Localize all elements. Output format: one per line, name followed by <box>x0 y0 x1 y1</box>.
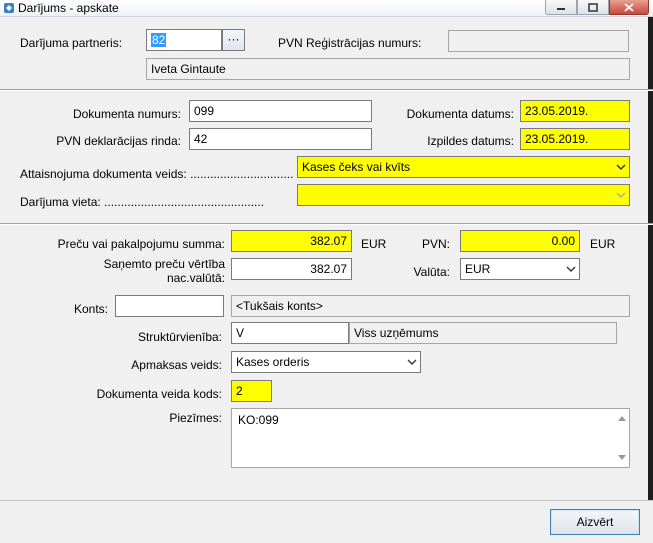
section-divider <box>0 89 653 91</box>
justification-value: Kases čeks vai kvīts <box>302 160 411 174</box>
received-label-2: nac.valūtā: <box>166 271 225 285</box>
account-label: Konts: <box>73 302 108 316</box>
section-divider <box>0 223 653 225</box>
partner-browse-button[interactable]: ··· <box>222 29 245 51</box>
doc-date-input[interactable]: 23.05.2019. <box>520 100 630 122</box>
unit-label: Struktūrvienība: <box>137 330 222 344</box>
scroll-up-icon[interactable] <box>618 415 626 421</box>
chevron-down-icon <box>407 359 417 365</box>
payment-value: Kases orderis <box>236 355 310 369</box>
vat-reg-field <box>448 30 629 52</box>
minimize-button[interactable] <box>545 0 577 15</box>
received-input[interactable]: 382.07 <box>231 258 352 280</box>
doc-number-input[interactable]: 099 <box>189 100 372 122</box>
doc-date-label: Dokumenta datums: <box>406 107 514 121</box>
vat-row-label: PVN deklarācijas rinda: <box>56 134 181 148</box>
vat-amount-input[interactable]: 0.00 <box>460 230 580 252</box>
account-code-input[interactable] <box>115 295 224 317</box>
notes-label: Piezīmes: <box>169 411 222 425</box>
minimize-icon <box>557 8 565 10</box>
vat-currency-label: EUR <box>590 237 616 251</box>
chevron-down-icon <box>616 164 626 170</box>
currency-label: Valūta: <box>413 265 450 279</box>
notes-value: KO:099 <box>238 413 279 427</box>
exec-date-label: Izpildes datums: <box>427 134 514 148</box>
currency-value: EUR <box>465 262 491 276</box>
vat-reg-label: PVN Reģistrācijas numurs: <box>278 36 422 50</box>
window-title: Darījums - apskate <box>18 1 119 15</box>
partner-code-input[interactable]: 82 <box>146 29 222 51</box>
vat-row-input[interactable]: 42 <box>189 128 372 150</box>
partner-code-value: 82 <box>151 33 167 47</box>
close-icon <box>624 2 634 12</box>
doc-number-label: Dokumenta numurs: <box>72 107 181 121</box>
window-border <box>648 17 653 543</box>
account-name-field: <Tukšais konts> <box>231 295 630 317</box>
justification-select[interactable]: Kases čeks vai kvīts <box>297 156 630 178</box>
close-button[interactable]: Aizvērt <box>550 509 640 535</box>
notes-textarea[interactable]: KO:099 <box>231 408 630 468</box>
unit-name-field: Viss uzņēmums <box>349 322 617 344</box>
partner-name-field: Iveta Gintaute <box>146 58 630 80</box>
app-icon <box>4 3 14 13</box>
partner-label: Darījuma partneris: <box>20 36 123 50</box>
payment-select[interactable]: Kases orderis <box>231 351 421 373</box>
sum-input[interactable]: 382.07 <box>231 230 352 252</box>
payment-label: Apmaksas veids: <box>131 358 222 372</box>
currency-unit-label: EUR <box>361 237 387 251</box>
sum-label: Preču vai pakalpojumu summa: <box>57 237 225 251</box>
doc-type-code-input[interactable]: 2 <box>231 380 272 402</box>
close-window-button[interactable] <box>609 0 649 15</box>
unit-code-input[interactable]: V <box>231 322 349 344</box>
scroll-down-icon[interactable] <box>618 455 626 461</box>
exec-date-input[interactable]: 23.05.2019. <box>520 128 630 150</box>
place-select[interactable] <box>297 184 630 206</box>
received-label: Saņemto preču vērtība <box>103 257 225 271</box>
maximize-icon <box>588 2 598 12</box>
maximize-button[interactable] <box>577 0 609 15</box>
chevron-down-icon <box>616 192 626 198</box>
currency-select[interactable]: EUR <box>460 258 580 280</box>
justification-label: Attaisnojuma dokumenta veids: ..........… <box>20 167 294 181</box>
vat-label: PVN: <box>421 237 450 251</box>
chevron-down-icon <box>566 266 576 272</box>
title-bar: Darījums - apskate <box>0 0 653 17</box>
doc-type-code-label: Dokumenta veida kods: <box>96 387 222 401</box>
place-label: Darījuma vieta: ........................… <box>20 195 265 209</box>
